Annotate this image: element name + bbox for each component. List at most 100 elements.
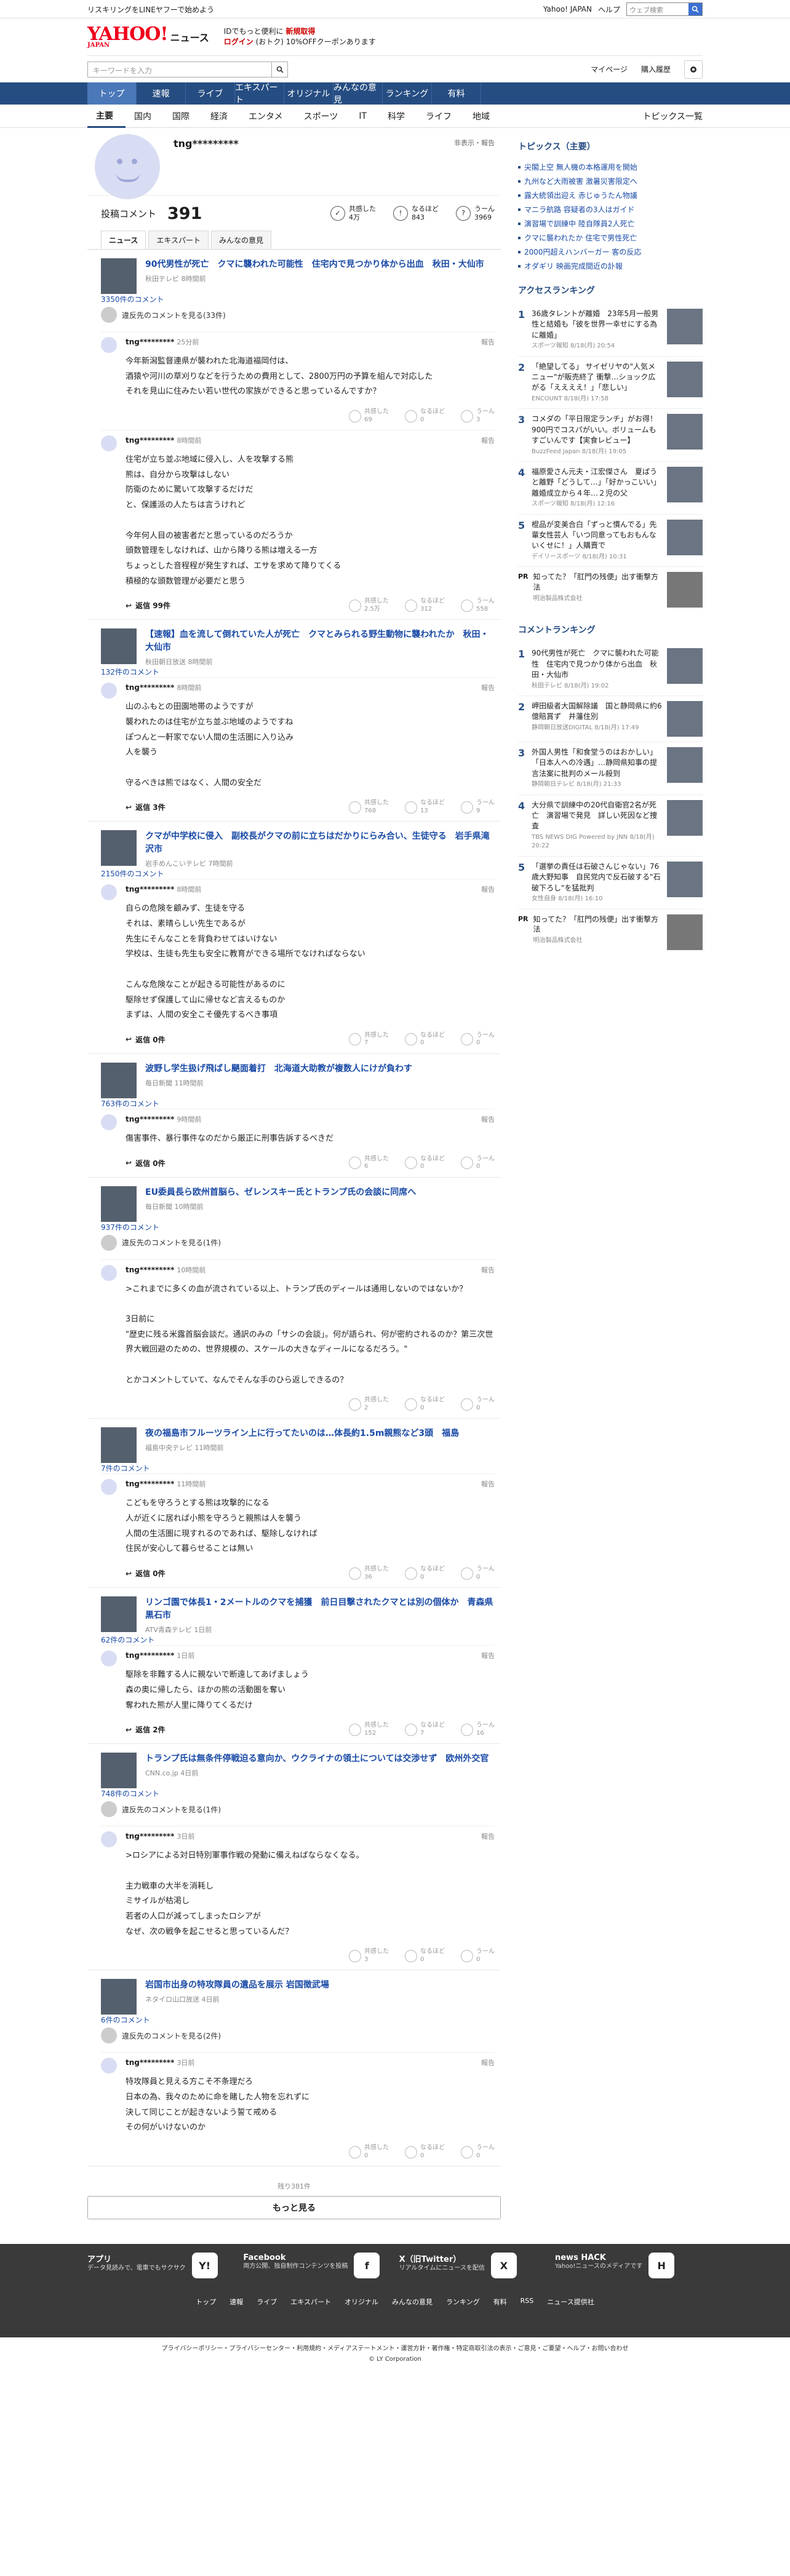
report-link[interactable]: 報告 [481, 683, 495, 692]
report-link[interactable]: 報告 [481, 1831, 495, 1841]
article-title[interactable]: 90代男性が死亡 クマに襲われた可能性 住宅内で見つかり体から出血 秋田・大仙市 [145, 260, 484, 269]
hmm-button[interactable]: うーん 9 [461, 799, 495, 815]
ranking-item[interactable]: 1 36歳タレントが離婚 23年5月一般男性と結婚も「彼を世界一幸せにする為に離婚… [518, 304, 703, 357]
gnav-item[interactable]: エキスパート [235, 82, 284, 105]
report-link[interactable]: 報告 [481, 1265, 495, 1275]
reply-button[interactable]: ↩ 返信 0件 [126, 1568, 166, 1579]
comment-user[interactable]: tng********* [126, 1651, 174, 1660]
topics-list-link[interactable]: トピックス一覧 [642, 110, 703, 122]
footer-link[interactable]: ランキング [446, 2297, 480, 2307]
reply-button[interactable]: ↩ 返信 3件 [126, 802, 166, 812]
report-link[interactable]: 報告 [481, 435, 495, 445]
article-thumbnail[interactable] [101, 1186, 137, 1222]
report-link[interactable]: 報告 [481, 1479, 495, 1489]
search-icon[interactable] [271, 61, 287, 77]
gnav-item[interactable]: ランキング [383, 82, 432, 105]
empathy-button[interactable]: 共感した 36 [349, 1566, 389, 1581]
empathy-button[interactable]: 共感した 0 [349, 2144, 389, 2160]
gnav-item[interactable]: オリジナル [284, 82, 333, 105]
footer-link[interactable]: みんなの意見 [392, 2297, 433, 2307]
category-tab[interactable]: 地域 [464, 105, 502, 128]
comment-user[interactable]: tng********* [126, 1115, 174, 1124]
article-thumbnail[interactable] [101, 258, 137, 294]
gnav-item[interactable]: ライブ [186, 82, 235, 105]
hmm-button[interactable]: うーん 0 [461, 1155, 495, 1171]
hmm-button[interactable]: うーん 16 [461, 1722, 495, 1737]
reskilling-link[interactable]: リスキリングをLINEヤフーで始めよう [87, 4, 214, 15]
empathy-button[interactable]: 共感した 7 [349, 1032, 389, 1047]
yahoo-logo[interactable]: YAHOO! JAPAN [87, 25, 169, 49]
comment-user[interactable]: tng********* [126, 338, 174, 346]
signup-link[interactable]: 新規取得 [285, 27, 315, 36]
topic-item[interactable]: 尖閣上空 無人機の本格運用を開始 [518, 160, 703, 174]
help-link[interactable]: ヘルプ [598, 4, 620, 15]
ranking-item[interactable]: 1 90代男性が死亡 クマに襲われた可能性 住宅内で見つかり体から出血 秋田・大仙… [518, 643, 703, 697]
footer-app[interactable]: news HACK Yahoo!ニュースのメディアです H [555, 2253, 703, 2279]
insight-button[interactable]: なるほど 0 [405, 408, 445, 424]
comment-count-link[interactable]: 132件のコメント [101, 668, 159, 676]
category-tab[interactable]: 国際 [164, 105, 202, 128]
reply-button[interactable]: ↩ 返信 0件 [126, 1034, 166, 1045]
footer-link[interactable]: ニュース提供社 [547, 2297, 594, 2307]
insight-button[interactable]: なるほど 0 [405, 1566, 445, 1581]
report-link[interactable]: 報告 [481, 1114, 495, 1124]
footer-app[interactable]: X（旧Twitter） リアルタイムにニュースを配信 X [399, 2253, 547, 2279]
gnav-item[interactable]: 有料 [432, 82, 481, 105]
insight-button[interactable]: なるほど 0 [405, 1032, 445, 1047]
web-search-input[interactable]: ウェブ検索 [627, 3, 688, 15]
article-thumbnail[interactable] [101, 1062, 137, 1098]
tab-opinion[interactable]: みんなの意見 [211, 231, 272, 249]
ranking-item[interactable]: 5 「選挙の責任は石破さんじゃない」76歳大野知事 自民党内で反石破する"石破下ろ… [518, 857, 703, 910]
footer-app[interactable]: アプリ データ見読みで、電車でもサクサク Y! [87, 2253, 235, 2279]
article-thumbnail[interactable] [101, 830, 137, 866]
gnav-item[interactable]: トップ [87, 82, 137, 105]
insight-button[interactable]: なるほど 13 [405, 799, 445, 815]
violation-comments[interactable]: 違反先のコメントを見る(1件) [101, 1799, 495, 1826]
category-tab[interactable]: IT [350, 105, 379, 128]
comment-user[interactable]: tng********* [126, 2058, 174, 2067]
ad-item[interactable]: PR 知ってた？「肛門の残便」出す衝撃方法 明治製品株式会社 [518, 910, 703, 955]
category-tab[interactable]: ライフ [417, 105, 464, 128]
tab-news[interactable]: ニュース [101, 231, 146, 249]
hmm-button[interactable]: うーん 0 [461, 1397, 495, 1412]
gnav-item[interactable]: 速報 [137, 82, 186, 105]
hmm-button[interactable]: うーん 0 [461, 1948, 495, 1964]
gnav-item[interactable]: みんなの意見 [333, 82, 383, 105]
reply-button[interactable]: ↩ 返信 99件 [126, 600, 170, 611]
comment-count-link[interactable]: 3350件のコメント [101, 295, 164, 304]
comment-user[interactable]: tng********* [126, 436, 174, 445]
comment-user[interactable]: tng********* [126, 885, 174, 894]
topic-item[interactable]: 2000円超えハンバーガー 客の反応 [518, 245, 703, 259]
insight-button[interactable]: なるほど 0 [405, 2144, 445, 2160]
yahoo-japan-link[interactable]: Yahoo! JAPAN [543, 5, 592, 14]
violation-comments[interactable]: 違反先のコメントを見る(2件) [101, 2025, 495, 2052]
topic-item[interactable]: オダギリ 映画完成間近の訃報 [518, 259, 703, 273]
article-title[interactable]: 波野し学生扱げ飛ばし颶面着打 北海道大助教が複数人にけが負わす [145, 1064, 412, 1074]
ranking-item[interactable]: 4 福原愛さん元夫・江宏傑さん 夏ぱうと離野「どうして…」「好かっこいい」離婚成立… [518, 462, 703, 515]
ad-item[interactable]: PR 知ってた？「肛門の残便」出す衝撃方法 明治製品株式会社 [518, 567, 703, 612]
empathy-button[interactable]: 共感した 2 [349, 1397, 389, 1412]
topic-item[interactable]: 九州など大雨被害 激暑災害限定へ [518, 174, 703, 188]
article-title[interactable]: EU委員長ら欧州首脳ら、ゼレンスキー氏とトランプ氏の会談に同席へ [145, 1187, 416, 1197]
ranking-item[interactable]: 2 岬田級者大国解除議 国と静岡県に約6億賠賞ず 井藩住別 静岡朝日放送DIGITA… [518, 696, 703, 743]
footer-link[interactable]: 速報 [229, 2297, 243, 2307]
footer-link[interactable]: オリジナル [345, 2297, 378, 2307]
ranking-item[interactable]: 3 外国人男性「和食堂うのはおかしい」「日本人への冷遇」…静岡県知事の提言法案に批… [518, 742, 703, 795]
empathy-button[interactable]: 共感した 69 [349, 408, 389, 424]
comment-count-link[interactable]: 937件のコメント [101, 1223, 159, 1232]
news-logo-text[interactable]: ニュース [170, 30, 209, 44]
article-thumbnail[interactable] [101, 1979, 137, 2015]
article-title[interactable]: 【速報】血を流して倒れていた人が死亡 クマとみられる野生動物に襲われたか 秋田・… [145, 630, 489, 652]
report-link[interactable]: 報告 [481, 2058, 495, 2067]
tab-expert[interactable]: エキスパート [148, 231, 209, 249]
article-title[interactable]: トランプ氏は無条件停戦迫る意向か、ウクライナの領土については交渉せず 欧州外交官 [145, 1754, 489, 1764]
comment-user[interactable]: tng********* [126, 1480, 174, 1488]
empathy-button[interactable]: 共感した 768 [349, 799, 389, 815]
footer-link[interactable]: エキスパート [290, 2297, 331, 2307]
comment-user[interactable]: tng********* [126, 1266, 174, 1274]
ranking-item[interactable]: 3 コメダの「平日限定ランチ」がお得！900円でコスパがいい。ボリュームもすごいん… [518, 409, 703, 462]
purchase-history-link[interactable]: 購入履歴 [641, 64, 671, 74]
category-tab[interactable]: 主要 [87, 105, 126, 128]
insight-button[interactable]: なるほど 7 [405, 1722, 445, 1737]
hmm-button[interactable]: うーん 558 [461, 598, 495, 613]
